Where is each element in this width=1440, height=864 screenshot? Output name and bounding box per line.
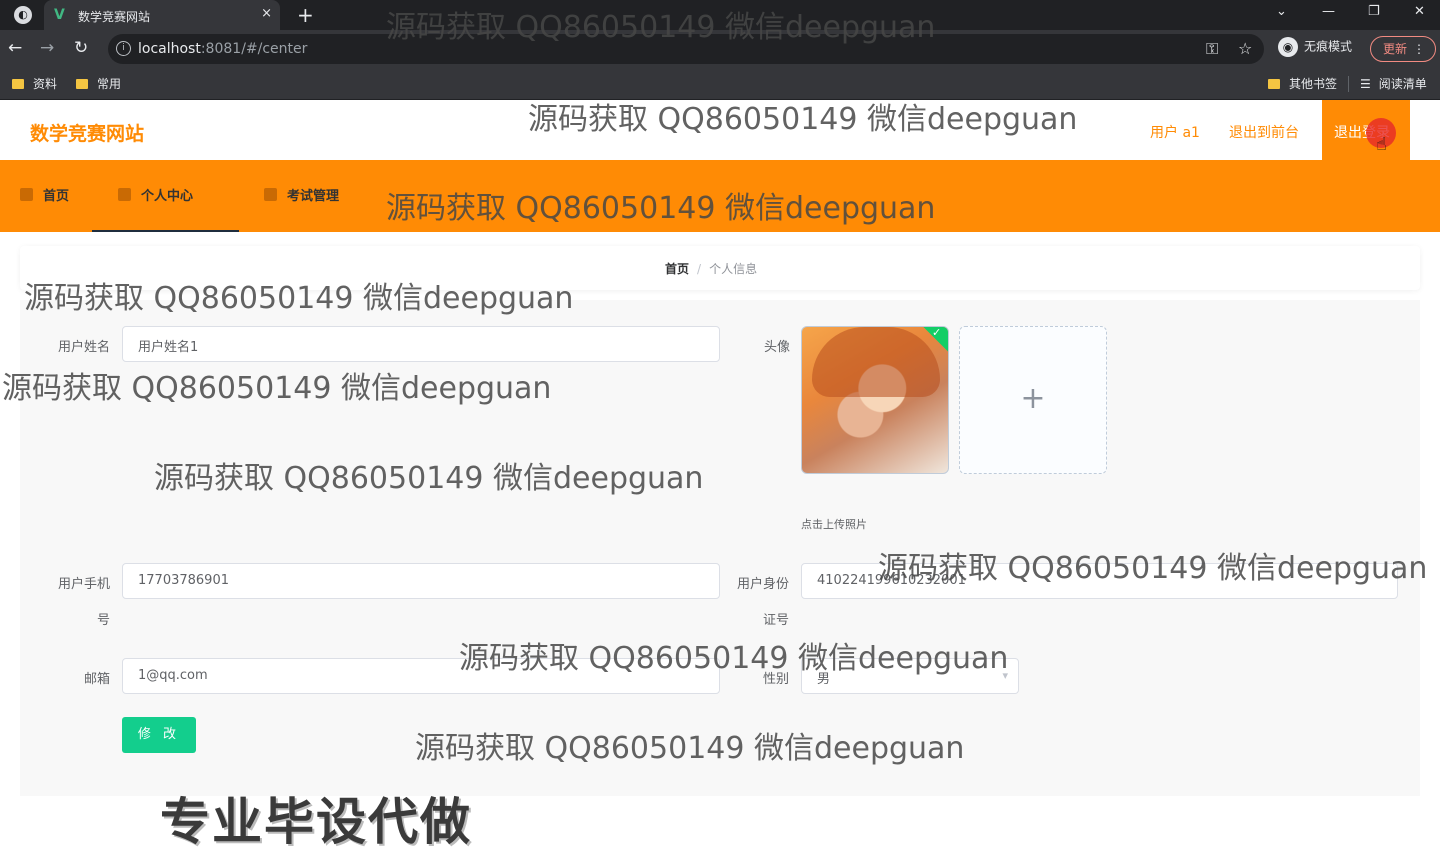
bookmark-label: 常用 bbox=[97, 77, 122, 91]
watermark-6: 源码获取 QQ86050149 微信deepguan bbox=[154, 461, 704, 496]
update-label: 更新 bbox=[1383, 42, 1408, 56]
folder-icon bbox=[76, 79, 88, 89]
folder-icon bbox=[1268, 79, 1280, 89]
watermark-7: 源码获取 QQ86050149 微信deepguan bbox=[878, 551, 1428, 586]
breadcrumb: 首页 / 个人信息 bbox=[665, 260, 757, 277]
nav-item-home[interactable]: 首页 bbox=[4, 162, 85, 232]
watermark-9: 源码获取 QQ86050149 微信deepguan bbox=[415, 731, 965, 766]
id-card-label: 用户身份 bbox=[736, 577, 789, 592]
watermark-2: 源码获取 QQ86050149 微信deepguan bbox=[528, 102, 1078, 137]
close-window-button[interactable]: ✕ bbox=[1414, 4, 1425, 19]
watermark-1: 源码获取 QQ86050149 微信deepguan bbox=[386, 10, 936, 45]
watermark-5: 源码获取 QQ86050149 微信deepguan bbox=[2, 371, 552, 406]
nav-item-label: 个人中心 bbox=[141, 189, 194, 204]
nav-item-personal-center[interactable]: 个人中心 bbox=[92, 162, 239, 232]
other-bookmarks-label: 其他书签 bbox=[1289, 77, 1338, 91]
exam-icon bbox=[264, 188, 277, 201]
bookmark-label: 资料 bbox=[33, 77, 58, 91]
submit-button[interactable]: 修 改 bbox=[122, 717, 196, 753]
reading-list-label: 阅读清单 bbox=[1378, 77, 1427, 91]
incognito-label: 无痕模式 bbox=[1304, 39, 1353, 54]
forward-button[interactable]: → bbox=[40, 38, 54, 58]
site-logo[interactable]: 数学竞赛网站 bbox=[30, 119, 144, 146]
browser-tab-active[interactable]: V 数学竞赛网站 × bbox=[44, 0, 280, 30]
back-button[interactable]: ← bbox=[8, 38, 22, 58]
upload-tip: 点击上传照片 bbox=[801, 518, 867, 531]
breadcrumb-home[interactable]: 首页 bbox=[665, 262, 689, 276]
url-path: :8081/#/center bbox=[200, 41, 308, 57]
breadcrumb-current: 个人信息 bbox=[709, 262, 758, 276]
nav-item-exam-management[interactable]: 考试管理 bbox=[248, 162, 355, 232]
url-host: localhost bbox=[138, 41, 201, 57]
incognito-icon: ◉ bbox=[1278, 37, 1298, 57]
restore-button[interactable]: ❐ bbox=[1368, 4, 1380, 19]
phone-label-wrap: 号 bbox=[96, 613, 110, 628]
watermark-4: 源码获取 QQ86050149 微信deepguan bbox=[24, 281, 574, 316]
current-user-label: 用户 a1 bbox=[1150, 125, 1200, 141]
avatar-label: 头像 bbox=[763, 340, 790, 355]
phone-label: 用户手机 bbox=[57, 577, 110, 592]
bookmark-folder-2[interactable]: 常用 bbox=[76, 75, 121, 92]
phone-input[interactable]: 17703786901 bbox=[122, 563, 720, 599]
bookmark-star-icon[interactable]: ☆ bbox=[1238, 39, 1252, 58]
name-label: 用户姓名 bbox=[57, 340, 110, 355]
menu-dots-icon[interactable]: ⋮ bbox=[1413, 37, 1425, 61]
key-icon[interactable]: ⚿ bbox=[1206, 39, 1218, 59]
vue-favicon-icon: V bbox=[54, 7, 65, 23]
hand-cursor-icon: ☝ bbox=[1376, 134, 1387, 155]
tab-search-icon[interactable]: ⌄ bbox=[1276, 4, 1287, 19]
promo-overlay-text: 专业毕设代做 bbox=[160, 793, 472, 851]
other-bookmarks[interactable]: 其他书签 bbox=[1268, 75, 1337, 92]
breadcrumb-separator: / bbox=[697, 262, 702, 276]
name-input[interactable]: 用户姓名1 bbox=[122, 326, 720, 362]
reading-list-icon: ☰ bbox=[1360, 77, 1371, 91]
avatar-photo-detail bbox=[812, 327, 940, 397]
reload-button[interactable]: ↻ bbox=[74, 38, 88, 58]
back-to-front-link[interactable]: 退出到前台 bbox=[1229, 122, 1299, 142]
user-icon bbox=[118, 188, 131, 201]
id-card-label-wrap: 证号 bbox=[762, 613, 789, 628]
home-icon bbox=[20, 188, 33, 201]
avatar-image[interactable] bbox=[801, 326, 949, 474]
bookmark-folder-1[interactable]: 资料 bbox=[12, 75, 57, 92]
site-info-icon[interactable]: i bbox=[116, 41, 131, 56]
watermark-8: 源码获取 QQ86050149 微信deepguan bbox=[459, 641, 1009, 676]
check-icon: ✓ bbox=[932, 326, 942, 339]
email-label: 邮箱 bbox=[83, 672, 110, 687]
bookmarks-divider bbox=[1348, 76, 1349, 92]
reading-list[interactable]: ☰ 阅读清单 bbox=[1360, 75, 1427, 92]
tab-title: 数学竞赛网站 bbox=[78, 10, 151, 24]
update-button[interactable]: 更新 ⋮ bbox=[1370, 36, 1436, 62]
new-tab-button[interactable]: + bbox=[297, 3, 314, 27]
folder-icon bbox=[12, 79, 24, 89]
browser-app-icon[interactable]: ◐ bbox=[14, 6, 32, 24]
avatar-upload-button[interactable]: + bbox=[959, 326, 1107, 474]
url-text: localhost:8081/#/center bbox=[138, 41, 307, 57]
incognito-indicator[interactable]: ◉ 无痕模式 bbox=[1278, 37, 1352, 57]
minimize-button[interactable]: — bbox=[1322, 4, 1335, 19]
nav-item-label: 首页 bbox=[43, 189, 70, 204]
nav-item-label: 考试管理 bbox=[287, 189, 340, 204]
tab-close-icon[interactable]: × bbox=[261, 6, 272, 21]
watermark-3: 源码获取 QQ86050149 微信deepguan bbox=[386, 191, 936, 226]
